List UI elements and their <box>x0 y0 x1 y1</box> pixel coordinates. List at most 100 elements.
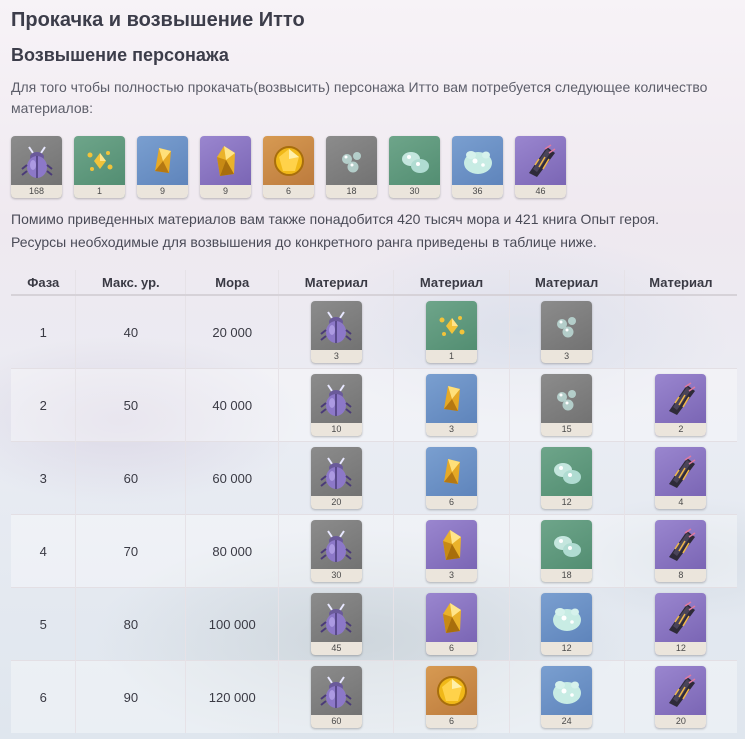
material-count: 45 <box>310 642 362 655</box>
beetle-icon <box>311 666 362 715</box>
material-item[interactable]: 6 <box>426 447 477 509</box>
material-count: 3 <box>310 350 362 363</box>
table-row: 5 80 100 000 45 6 12 12 <box>11 587 737 661</box>
material-count: 20 <box>310 496 362 509</box>
phase-cell: 4 <box>11 514 76 588</box>
gem-chunk-icon <box>426 520 477 569</box>
gem-fragment-icon <box>426 447 477 496</box>
column-header: Фаза <box>11 270 76 296</box>
material-cell: 3 <box>508 294 625 369</box>
beetle-icon <box>11 136 62 185</box>
material-item[interactable]: 3 <box>426 520 477 582</box>
material-count: 3 <box>426 423 477 436</box>
material-cell: 12 <box>623 587 737 661</box>
beetle-icon <box>311 520 362 569</box>
beetle-icon <box>311 447 362 496</box>
material-item[interactable]: 15 <box>541 374 593 436</box>
material-item[interactable]: 10 <box>310 374 362 436</box>
material-count: 18 <box>326 185 377 198</box>
riftborn-regalia-icon <box>655 593 706 642</box>
material-cell: 3 <box>393 514 510 588</box>
material-cell: 20 <box>623 660 737 733</box>
note-line-1: Помимо приведенных материалов вам также … <box>11 211 660 227</box>
gem-chunk-icon <box>426 593 477 642</box>
material-item[interactable]: 30 <box>389 136 440 198</box>
material-item[interactable]: 46 <box>515 136 566 198</box>
table-row: 6 90 120 000 60 6 24 20 <box>11 660 737 733</box>
material-item[interactable]: 18 <box>326 136 377 198</box>
material-count: 8 <box>655 569 707 582</box>
material-cell <box>623 294 737 369</box>
material-count: 6 <box>426 496 477 509</box>
material-item[interactable]: 6 <box>426 666 477 728</box>
material-item[interactable]: 18 <box>541 520 593 582</box>
phase-cell: 1 <box>11 294 76 369</box>
material-item[interactable]: 45 <box>310 593 362 655</box>
material-item[interactable]: 30 <box>310 520 362 582</box>
material-cell: 30 <box>278 514 394 588</box>
material-item[interactable]: 60 <box>310 666 362 728</box>
material-item[interactable]: 4 <box>655 447 707 509</box>
max-level-cell: 60 <box>75 441 186 515</box>
max-level-cell: 90 <box>75 660 186 733</box>
material-count: 12 <box>541 496 593 509</box>
gem-fragment-icon <box>137 136 188 185</box>
slime-condensate-icon <box>541 301 592 350</box>
material-count: 3 <box>426 569 477 582</box>
mora-cell: 40 000 <box>185 368 279 442</box>
material-item[interactable]: 12 <box>541 593 593 655</box>
material-cell: 12 <box>508 441 625 515</box>
table-row: 2 50 40 000 10 3 15 2 <box>11 368 737 442</box>
gem-chunk-icon <box>200 136 251 185</box>
material-item[interactable]: 6 <box>263 136 314 198</box>
material-cell: 1 <box>393 294 510 369</box>
slime-secretions-icon <box>541 520 592 569</box>
material-item[interactable]: 12 <box>541 447 593 509</box>
material-count: 12 <box>541 642 593 655</box>
slime-secretions-icon <box>389 136 440 185</box>
material-item[interactable]: 9 <box>200 136 251 198</box>
slime-concentrate-icon <box>452 136 503 185</box>
note-line-2: Ресурсы необходимые для возвышения до ко… <box>11 234 597 250</box>
material-item[interactable]: 3 <box>541 301 593 363</box>
mora-cell: 120 000 <box>185 660 279 733</box>
phase-cell: 2 <box>11 368 76 442</box>
riftborn-regalia-icon <box>515 136 566 185</box>
column-header: Материал <box>278 270 394 296</box>
material-item[interactable]: 20 <box>310 447 362 509</box>
material-item[interactable]: 1 <box>74 136 125 198</box>
material-item[interactable]: 6 <box>426 593 477 655</box>
material-item[interactable]: 8 <box>655 520 707 582</box>
phase-cell: 3 <box>11 441 76 515</box>
material-cell: 6 <box>393 441 510 515</box>
material-item[interactable]: 9 <box>137 136 188 198</box>
material-item[interactable]: 24 <box>541 666 593 728</box>
material-item[interactable]: 3 <box>426 374 477 436</box>
material-item[interactable]: 12 <box>655 593 707 655</box>
material-item[interactable]: 168 <box>11 136 62 198</box>
table-row: 4 70 80 000 30 3 18 8 <box>11 514 737 588</box>
phase-cell: 5 <box>11 587 76 661</box>
riftborn-regalia-icon <box>655 666 706 715</box>
material-item[interactable]: 36 <box>452 136 503 198</box>
material-count: 1 <box>74 185 125 198</box>
material-count: 3 <box>541 350 593 363</box>
article: Прокачка и возвышение Итто Возвышение пе… <box>0 0 745 733</box>
material-cell: 10 <box>278 368 394 442</box>
beetle-icon <box>311 593 362 642</box>
material-count: 10 <box>310 423 362 436</box>
material-item[interactable]: 3 <box>310 301 362 363</box>
beetle-icon <box>311 374 362 423</box>
material-item[interactable]: 2 <box>655 374 707 436</box>
ascension-table: Фаза Макс. ур. Мора Материал Материал Материа… <box>11 270 737 733</box>
material-item[interactable]: 20 <box>655 666 707 728</box>
material-item[interactable]: 1 <box>426 301 477 363</box>
material-count: 4 <box>655 496 707 509</box>
mora-cell: 80 000 <box>185 514 279 588</box>
mora-cell: 20 000 <box>185 294 279 369</box>
material-cell: 20 <box>278 441 394 515</box>
material-cell: 3 <box>278 294 394 369</box>
riftborn-regalia-icon <box>655 520 706 569</box>
material-count: 1 <box>426 350 477 363</box>
table-row: 1 40 20 000 3 1 3 <box>11 294 737 369</box>
